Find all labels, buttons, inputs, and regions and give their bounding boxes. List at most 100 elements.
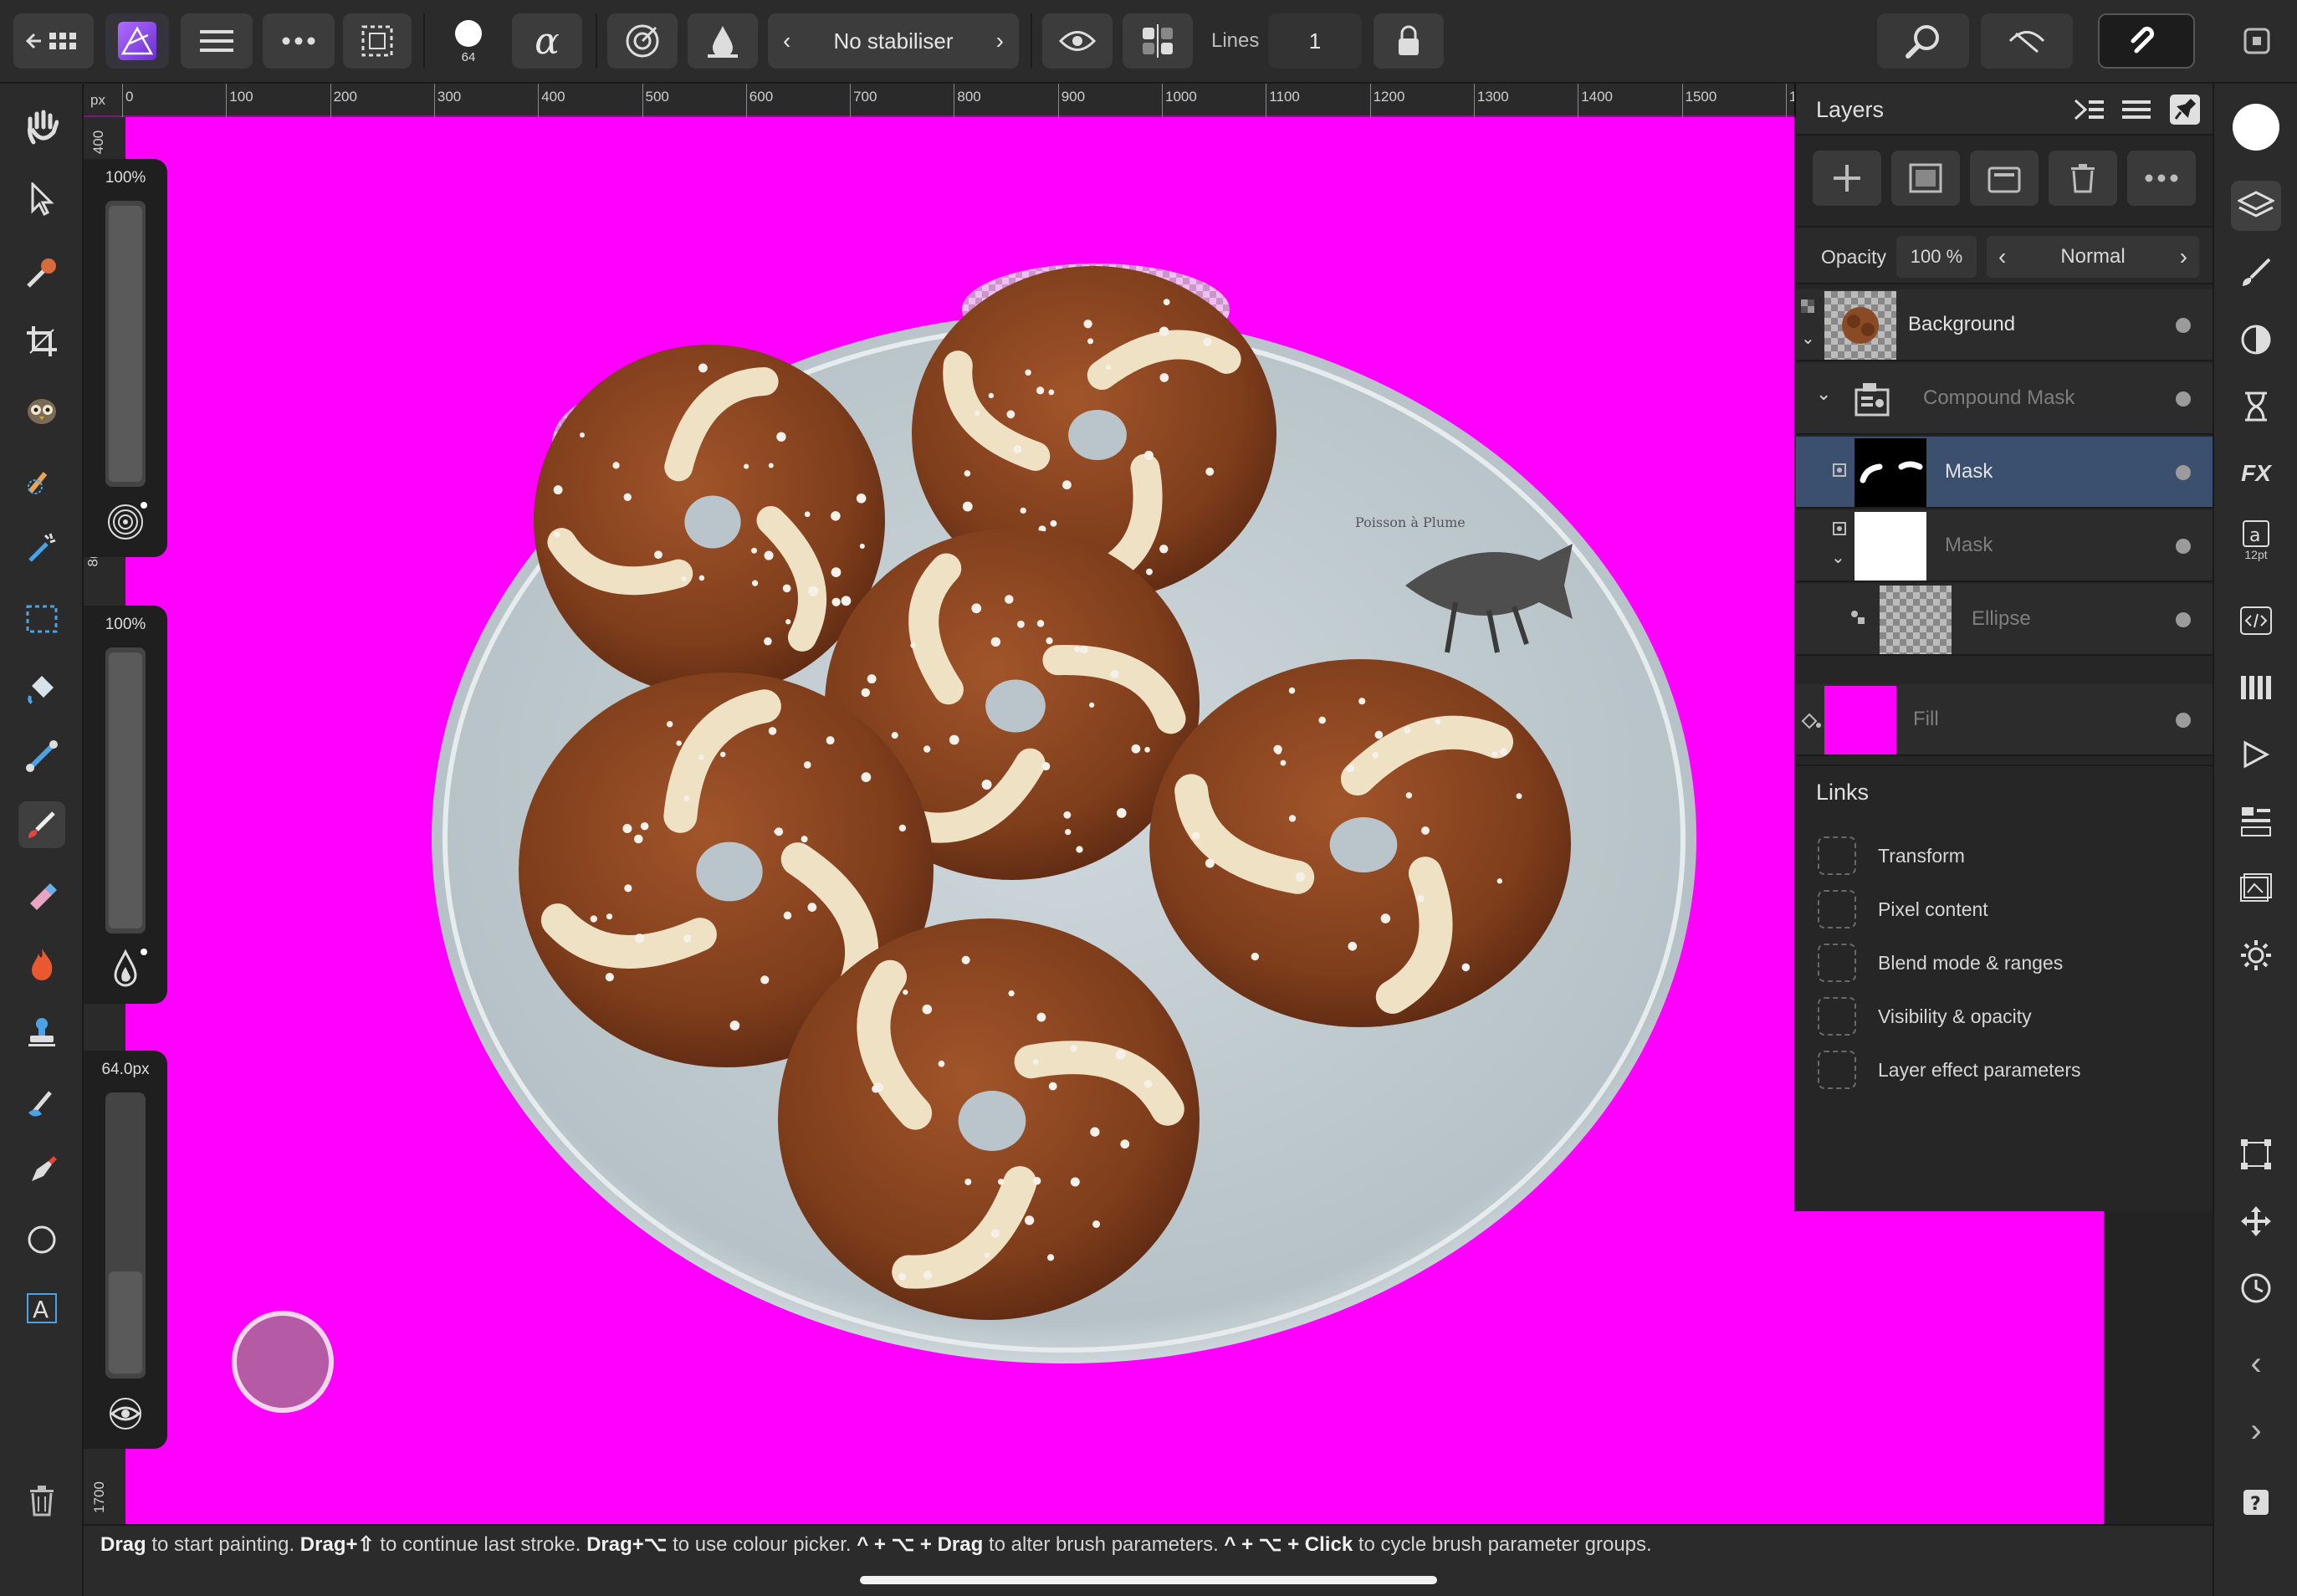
persona-button[interactable] [105,13,169,69]
link-pixel-content[interactable]: Pixel content [1818,888,1988,930]
link-checkbox[interactable] [1818,890,1856,928]
delete-layer-button[interactable] [2049,151,2117,206]
back-to-gallery-button[interactable] [13,13,94,69]
settings-studio-button[interactable] [2231,930,2281,980]
character-studio-button[interactable]: a 12pt [2231,515,2281,565]
flow-drop-icon[interactable] [107,947,149,990]
add-layer-button[interactable] [1813,151,1881,206]
quick-mask-button[interactable] [1981,13,2073,69]
stabiliser-selector[interactable]: ‹ No stabiliser › [768,13,1019,69]
ellipse-tool[interactable] [18,1216,65,1263]
layer-visibility-toggle[interactable] [2176,391,2191,407]
link-layer-effect[interactable]: Layer effect parameters [1818,1049,2080,1091]
chevron-left-icon[interactable]: ‹ [783,28,790,54]
flood-fill-tool[interactable] [18,664,65,711]
trash-button[interactable] [18,1477,65,1524]
stock-studio-button[interactable] [2231,863,2281,913]
layer-row-fill[interactable]: Fill [1796,684,2214,756]
chevron-down-icon[interactable]: ⌄ [1831,547,1845,568]
blend-mode-selector[interactable]: ‹ Normal › [1987,236,2199,278]
hardness-spiral-icon[interactable] [105,502,147,544]
view-tool-button[interactable] [1877,13,1969,69]
gradient-tool[interactable] [18,733,65,780]
chevron-right-icon[interactable]: › [996,28,1004,54]
move-studio-button[interactable] [2231,1196,2281,1246]
transform-studio-button[interactable] [2231,1129,2281,1179]
collapse-panel-icon[interactable] [2072,97,2105,122]
brush-size-button[interactable]: 64 [437,13,500,69]
layer-row-compound-mask[interactable]: ⌄ Compound Mask [1796,363,2214,435]
snapping-button[interactable] [2098,13,2195,69]
menu-button[interactable] [181,13,253,69]
chevron-left-icon[interactable]: ‹ [1998,243,2006,270]
group-layers-button[interactable] [1970,151,2039,206]
link-checkbox[interactable] [1818,997,1856,1036]
lines-input[interactable]: 1 [1268,13,1362,69]
colour-swatch-button[interactable] [2231,102,2281,152]
link-checkbox[interactable] [1818,944,1856,982]
collapse-right-button[interactable]: › [2231,1405,2281,1455]
navigator-studio-button[interactable] [2231,796,2281,847]
artistic-text-tool[interactable]: A [18,1285,65,1332]
lock-button[interactable] [1374,13,1444,69]
wet-edges-button[interactable] [688,13,758,69]
crop-tool[interactable] [18,318,65,365]
layer-visibility-toggle[interactable] [2176,713,2191,728]
brush-preview-eye-icon[interactable] [107,1397,146,1430]
link-checkbox[interactable] [1818,836,1856,875]
macro-studio-button[interactable] [2231,729,2281,780]
link-blend-mode[interactable]: Blend mode & ranges [1818,942,2063,984]
selection-brush-tool[interactable] [18,455,65,502]
brushes-studio-button[interactable] [2231,248,2281,298]
link-visibility-opacity[interactable]: Visibility & opacity [1818,995,2032,1037]
paint-brush-tool[interactable] [18,801,65,848]
rectangular-marquee-tool[interactable] [18,596,65,642]
layer-visibility-toggle[interactable] [2176,539,2191,554]
link-transform[interactable]: Transform [1818,835,1965,877]
flood-select-tool[interactable] [18,524,65,570]
link-checkbox[interactable] [1818,1051,1856,1089]
assistant-tool[interactable] [18,386,65,433]
help-button[interactable]: ? [2231,1477,2281,1527]
layer-visibility-toggle[interactable] [2176,318,2191,333]
panel-menu-icon[interactable] [2122,97,2152,122]
selection-button[interactable] [343,13,412,69]
collapse-left-button[interactable]: ‹ [2231,1338,2281,1389]
opacity-alpha-button[interactable]: α [512,13,582,69]
ellipsis-icon [2145,174,2178,182]
layer-row-background[interactable]: ⌄ Background [1796,289,2214,361]
colour-picker-tool[interactable] [18,249,65,296]
layer-row-mask[interactable]: ⌄ Mask [1796,510,2214,582]
more-button[interactable] [263,13,335,69]
pin-icon[interactable] [2169,94,2201,125]
layer-opacity-input[interactable]: 100 % [1896,236,1977,278]
chevron-right-icon[interactable]: › [2180,243,2187,270]
smudge-brush-tool[interactable] [18,1079,65,1126]
layer-more-button[interactable] [2127,151,2196,206]
pen-tool[interactable] [18,1148,65,1194]
layer-row-ellipse[interactable]: Ellipse [1796,584,2214,656]
layer-row-mask-selected[interactable]: Mask [1796,437,2214,509]
history-clock-button[interactable] [2231,1263,2281,1313]
burn-brush-tool[interactable] [18,940,65,987]
symmetry-button[interactable] [1123,13,1193,69]
fullscreen-button[interactable] [2232,13,2282,69]
visibility-button[interactable] [1042,13,1113,69]
home-indicator[interactable] [860,1576,1437,1584]
view-tool[interactable] [18,104,65,151]
pressure-button[interactable] [607,13,678,69]
adjustments-studio-button[interactable] [2231,315,2281,365]
layer-visibility-toggle[interactable] [2176,612,2191,627]
layer-visibility-toggle[interactable] [2176,465,2191,480]
fx-studio-button[interactable]: FX [2231,448,2281,499]
code-studio-button[interactable] [2231,596,2281,646]
layers-studio-button[interactable] [2231,181,2281,231]
erase-brush-tool[interactable] [18,872,65,918]
chevron-down-icon[interactable]: ⌄ [1816,383,1831,405]
history-studio-button[interactable] [2231,381,2281,432]
swatches-studio-button[interactable] [2231,662,2281,713]
mask-layer-button[interactable] [1891,151,1960,206]
move-tool[interactable] [18,176,65,223]
clone-brush-tool[interactable] [18,1009,65,1056]
chevron-down-icon[interactable]: ⌄ [1801,328,1815,349]
